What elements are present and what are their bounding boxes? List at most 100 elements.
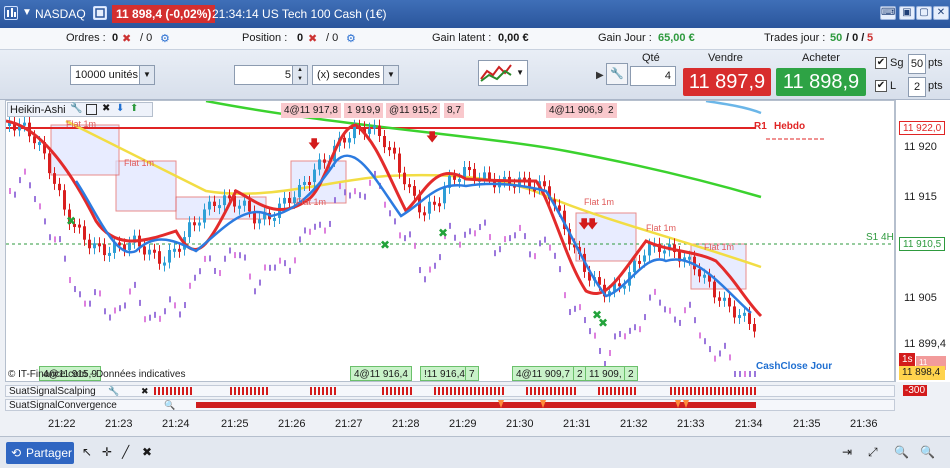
- keyboard-icon[interactable]: ⌨: [880, 6, 896, 20]
- secondary-candle: [14, 191, 16, 198]
- price-chart[interactable]: ✖ ✖ ✖ ✖ ✖ 🡇 🡇 🡇 🡇 Heikin-Ashi 🔧 ✖ ⬇ ⬆ 4@…: [5, 100, 895, 382]
- down-icon[interactable]: ⬇: [116, 103, 124, 114]
- order-tag: 11 909,: [585, 366, 626, 381]
- wrench-icon[interactable]: 🔧: [70, 103, 82, 114]
- secondary-candle: [464, 231, 466, 238]
- secondary-candle: [264, 264, 266, 271]
- wrench-button[interactable]: 🔧: [606, 63, 628, 85]
- auto-zoom-icon[interactable]: ⤢: [868, 445, 878, 460]
- scalping-indicator[interactable]: SuatSignalScalping 🔧 ✖: [5, 385, 895, 397]
- sell-button[interactable]: 11 897,9: [683, 68, 771, 96]
- candle-body: [208, 201, 211, 210]
- maximize-button[interactable]: ▢: [916, 6, 932, 20]
- chevron-down-icon[interactable]: ▼: [139, 66, 154, 84]
- trendline-icon[interactable]: ╱: [122, 445, 129, 459]
- stepper-icon[interactable]: ▲ ▼: [292, 66, 307, 84]
- chevron-down-icon[interactable]: ▼: [383, 66, 398, 84]
- l-checkbox[interactable]: ✔: [875, 80, 887, 92]
- up-icon[interactable]: ⬆: [130, 103, 138, 114]
- interval-unit-select[interactable]: (x) secondes ▼: [312, 65, 399, 85]
- candle-body: [273, 217, 276, 221]
- units-select[interactable]: 10000 unités ▼: [70, 65, 155, 85]
- candle-body: [743, 312, 746, 316]
- price-tick: 11 905: [904, 292, 937, 304]
- scroll-right-icon[interactable]: ⇥: [842, 445, 852, 459]
- secondary-candle: [599, 347, 601, 354]
- l-input[interactable]: 2: [908, 77, 926, 97]
- indicator-zoom-icon[interactable]: 🔍: [164, 400, 175, 411]
- candle-body: [308, 181, 311, 185]
- time-tick: 21:25: [221, 418, 249, 430]
- symbol-dropdown-icon[interactable]: ▼: [22, 7, 32, 18]
- secondary-candle: [399, 232, 401, 239]
- secondary-candle: [189, 282, 191, 289]
- window-icon[interactable]: [86, 104, 97, 115]
- secondary-candle: [294, 257, 296, 264]
- cursor-icon[interactable]: ↖: [82, 445, 92, 459]
- secondary-candle: [569, 309, 571, 316]
- bottom-toolbar: ⟲ Partager ↖ ✛ ╱ ✖ ⇥ ⤢ 🔍 🔍: [0, 436, 950, 468]
- flat-label: Flat 1m: [584, 197, 615, 207]
- collapse-arrow-icon[interactable]: ▶: [596, 70, 604, 81]
- indicator-header[interactable]: Heikin-Ashi 🔧 ✖ ⬇ ⬆: [7, 102, 153, 117]
- sell-label: Vendre: [708, 52, 743, 64]
- indicator-chart-icon: [480, 64, 512, 82]
- sg-input[interactable]: 50: [908, 54, 926, 74]
- interval-input[interactable]: 5 ▲ ▼: [234, 65, 308, 85]
- secondary-candle: [424, 276, 426, 283]
- candle-body: [348, 138, 351, 143]
- candle-body: [633, 260, 636, 273]
- secondary-candle: [229, 247, 231, 254]
- delete-drawing-icon[interactable]: ✖: [142, 445, 152, 459]
- orders-settings-icon[interactable]: ⚙: [160, 32, 170, 45]
- sg-checkbox[interactable]: ✔: [875, 57, 887, 69]
- indicator-wrench-icon[interactable]: 🔧: [108, 386, 119, 397]
- symbol-name[interactable]: NASDAQ: [35, 7, 86, 21]
- flat-label: Flat 1m: [66, 119, 97, 129]
- buy-signal-marker: ✖: [66, 214, 76, 228]
- time-tick: 21:29: [449, 418, 477, 430]
- orders-close-icon[interactable]: ✖: [122, 32, 131, 45]
- secondary-candle: [184, 302, 186, 309]
- secondary-candle: [589, 328, 591, 335]
- secondary-candle: [354, 188, 356, 195]
- r1-label: R1: [754, 121, 767, 132]
- secondary-candle: [154, 311, 156, 318]
- secondary-candle: [729, 354, 731, 361]
- candle-body: [148, 249, 151, 255]
- buy-button[interactable]: 11 898,9: [776, 68, 866, 96]
- time-tick: 21:34: [735, 418, 763, 430]
- zoom-out-icon[interactable]: 🔍: [894, 445, 909, 459]
- restore-button[interactable]: ▣: [899, 6, 915, 20]
- position-value: 0: [297, 32, 304, 44]
- indicators-button[interactable]: ▼: [478, 60, 528, 86]
- time-tick: 21:27: [335, 418, 363, 430]
- crosshair-icon[interactable]: ✛: [102, 445, 112, 459]
- candle-body: [243, 200, 246, 206]
- qty-input[interactable]: 4: [630, 66, 676, 86]
- secondary-candle: [734, 371, 736, 377]
- secondary-candle: [629, 327, 631, 334]
- close-icon[interactable]: ✖: [102, 103, 110, 114]
- candle-body: [98, 243, 101, 247]
- secondary-candle: [324, 227, 326, 234]
- zoom-in-icon[interactable]: 🔍: [920, 445, 935, 459]
- r1-price-tag: 11 922,0: [899, 121, 945, 135]
- trade-panel-icon[interactable]: [93, 6, 107, 20]
- convergence-indicator[interactable]: SuatSignalConvergence 🔍: [5, 399, 895, 411]
- flat-label: Flat 1m: [124, 158, 155, 168]
- secondary-candle: [339, 183, 341, 190]
- position-close-icon[interactable]: ✖: [308, 32, 317, 45]
- chevron-down-icon[interactable]: ▼: [516, 68, 524, 77]
- candle-body: [413, 186, 416, 196]
- indicator-close-icon[interactable]: ✖: [141, 386, 149, 397]
- close-button[interactable]: ✕: [933, 6, 949, 20]
- position-settings-icon[interactable]: ⚙: [346, 32, 356, 45]
- secondary-candle: [99, 290, 101, 297]
- copyright: © IT-Finance.com - Données indicatives: [8, 369, 186, 380]
- candle-body: [303, 181, 306, 185]
- secondary-candle: [124, 302, 126, 309]
- chart-type-icon[interactable]: [4, 6, 18, 20]
- time-tick: 21:24: [162, 418, 190, 430]
- share-button[interactable]: ⟲ Partager: [6, 442, 74, 464]
